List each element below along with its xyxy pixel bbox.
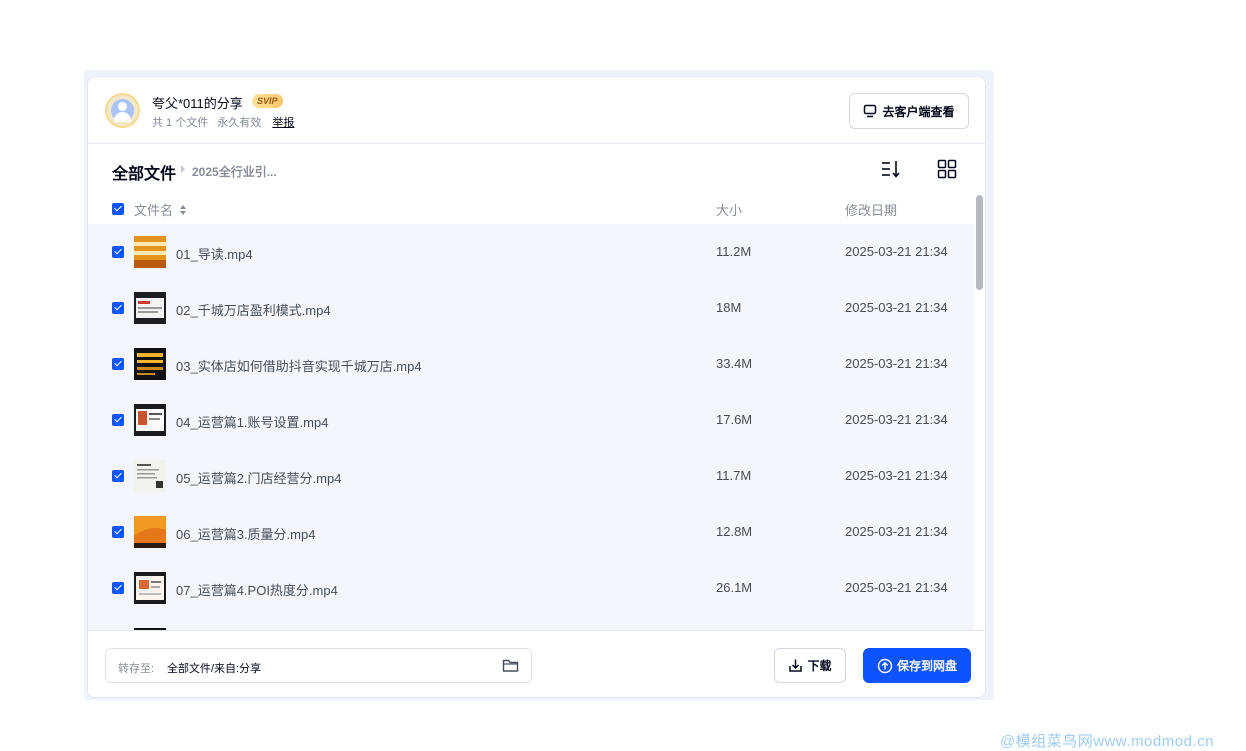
table-row[interactable]: 07_运营篇4.POI热度分.mp4 26.1M 2025-03-21 21:3… xyxy=(88,560,974,616)
row-checkbox[interactable] xyxy=(112,414,124,426)
file-size: 33.4M xyxy=(716,356,753,371)
file-date: 2025-03-21 21:34 xyxy=(845,356,948,371)
table-row[interactable]: 01_导读.mp4 11.2M 2025-03-21 21:34 xyxy=(88,224,974,280)
cloud-upload-icon xyxy=(877,658,893,673)
validity: 永久有效 xyxy=(217,117,262,129)
sort-toggle-icon[interactable] xyxy=(179,204,187,216)
file-size: 12.8M xyxy=(716,524,753,539)
row-checkbox[interactable] xyxy=(112,470,124,482)
row-checkbox[interactable] xyxy=(112,246,124,258)
video-thumbnail xyxy=(134,516,166,548)
file-name[interactable]: 03_实体店如何借助抖音实现千城万店.mp4 xyxy=(176,356,422,375)
save-to-cloud-label: 保存到网盘 xyxy=(896,659,957,673)
svip-badge: SVIP xyxy=(252,94,283,108)
file-size: 11.7M xyxy=(716,468,752,483)
video-thumbnail xyxy=(134,292,166,324)
row-checkbox[interactable] xyxy=(112,526,124,538)
row-checkbox[interactable] xyxy=(112,358,124,370)
file-count: 共 1 个文件 xyxy=(152,117,209,129)
open-in-client-label: 去客户端查看 xyxy=(882,104,955,119)
table-row[interactable]: 06_运营篇3.质量分.mp4 12.8M 2025-03-21 21:34 xyxy=(88,504,974,560)
share-meta: 共 1 个文件 永久有效 举报 xyxy=(152,114,300,130)
grid-view-icon[interactable] xyxy=(937,159,957,179)
column-name-header[interactable]: 文件名 xyxy=(134,200,187,219)
file-size: 26.1M xyxy=(716,580,753,595)
report-link[interactable]: 举报 xyxy=(272,117,294,129)
select-all-checkbox[interactable] xyxy=(112,203,124,215)
file-date: 2025-03-21 21:34 xyxy=(845,524,948,539)
file-date: 2025-03-21 21:34 xyxy=(845,580,948,595)
monitor-icon xyxy=(864,104,877,118)
file-name[interactable]: 02_千城万店盈利模式.mp4 xyxy=(176,300,331,319)
share-dialog: 夸父*011的分享 SVIP 共 1 个文件 永久有效 举报 去客户端查看 全部… xyxy=(87,76,986,698)
save-path-label: 转存至: xyxy=(118,663,155,675)
video-thumbnail xyxy=(134,404,166,436)
breadcrumb-separator-icon xyxy=(181,165,185,173)
file-name[interactable]: 01_导读.mp4 xyxy=(176,244,253,263)
action-footer: 转存至: 全部文件/来自:分享 下载 保存到网盘 xyxy=(88,630,985,697)
breadcrumb-current: 2025全行业引... xyxy=(192,165,277,179)
sort-icon[interactable] xyxy=(881,159,901,179)
save-path-value: 全部文件/来自:分享 xyxy=(167,663,262,675)
file-date: 2025-03-21 21:34 xyxy=(845,412,948,427)
file-date: 2025-03-21 21:34 xyxy=(845,244,948,259)
column-name-label: 文件名 xyxy=(134,203,174,218)
file-name[interactable]: 07_运营篇4.POI热度分.mp4 xyxy=(176,580,338,599)
file-size: 17.6M xyxy=(716,412,753,427)
table-row[interactable]: 04_运营篇1.账号设置.mp4 17.6M 2025-03-21 21:34 xyxy=(88,392,974,448)
open-in-client-button[interactable]: 去客户端查看 xyxy=(849,93,969,129)
download-button[interactable]: 下载 xyxy=(774,648,846,683)
file-size: 18M xyxy=(716,300,742,315)
table-row[interactable]: 02_千城万店盈利模式.mp4 18M 2025-03-21 21:34 xyxy=(88,280,974,336)
save-path-selector[interactable]: 转存至: 全部文件/来自:分享 xyxy=(105,648,532,683)
save-to-cloud-button[interactable]: 保存到网盘 xyxy=(863,648,971,683)
watermark: @模组菜鸟网www.modmod.cn xyxy=(1000,733,1214,750)
row-checkbox[interactable] xyxy=(112,302,124,314)
share-header: 夸父*011的分享 SVIP 共 1 个文件 永久有效 举报 去客户端查看 xyxy=(88,77,985,144)
column-size-header: 大小 xyxy=(716,203,743,218)
breadcrumb-root[interactable]: 全部文件 xyxy=(112,160,176,184)
video-thumbnail xyxy=(134,572,166,604)
video-thumbnail xyxy=(134,460,166,492)
file-size: 11.2M xyxy=(716,244,752,259)
video-thumbnail xyxy=(134,348,166,380)
file-name[interactable]: 05_运营篇2.门店经营分.mp4 xyxy=(176,468,341,487)
download-icon xyxy=(789,659,803,672)
file-name[interactable]: 06_运营篇3.质量分.mp4 xyxy=(176,524,315,543)
scrollbar-thumb[interactable] xyxy=(976,195,983,290)
row-checkbox[interactable] xyxy=(112,582,124,594)
avatar xyxy=(105,93,140,128)
video-thumbnail xyxy=(134,236,166,268)
table-row[interactable] xyxy=(88,616,974,630)
file-date: 2025-03-21 21:34 xyxy=(845,300,948,315)
file-name[interactable]: 04_运营篇1.账号设置.mp4 xyxy=(176,412,328,431)
table-row[interactable]: 05_运营篇2.门店经营分.mp4 11.7M 2025-03-21 21:34 xyxy=(88,448,974,504)
sharer-title: 夸父*011的分享 xyxy=(152,96,243,111)
table-row[interactable]: 03_实体店如何借助抖音实现千城万店.mp4 33.4M 2025-03-21 … xyxy=(88,336,974,392)
download-label: 下载 xyxy=(807,659,832,673)
column-date-header: 修改日期 xyxy=(845,203,898,218)
file-date: 2025-03-21 21:34 xyxy=(845,468,948,483)
file-list: 01_导读.mp4 11.2M 2025-03-21 21:34 02_千城万店… xyxy=(88,224,974,630)
folder-icon[interactable] xyxy=(502,658,519,673)
